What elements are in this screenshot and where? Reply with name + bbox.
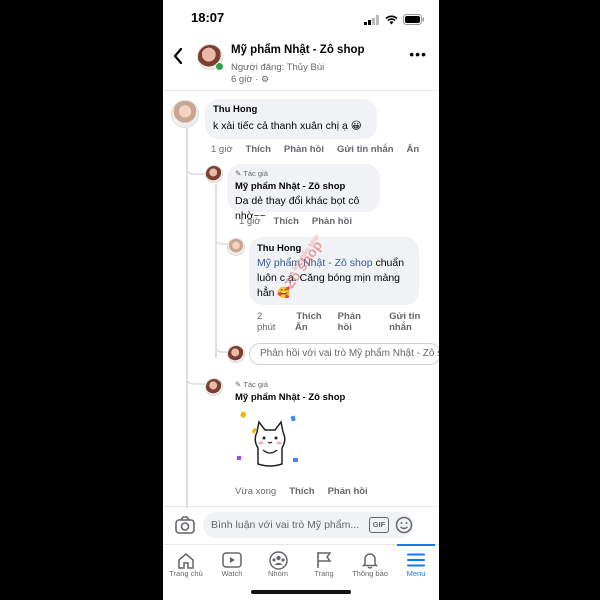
reply-button[interactable]: Phản hồi (338, 311, 373, 333)
author-badge-label: Tác giả (243, 380, 268, 389)
camera-icon[interactable] (175, 516, 195, 539)
phone-screen: 18:07 Mỹ phẩm Nhật - Zô shop Người đăng:… (163, 0, 439, 600)
reply-input[interactable]: Phản hồi với vai trò Mỹ phẩm Nhật - Zô s… (249, 343, 439, 365)
comment-actions-extra: Ẩn (295, 322, 308, 333)
comment-author[interactable]: Mỹ phẩm Nhật - Zô shop (235, 392, 345, 403)
pencil-icon: ✎ (235, 380, 242, 389)
battery-icon (403, 12, 425, 30)
comment-actions: 1 giờ Thích Phản hồi (239, 216, 352, 227)
comment-time: 1 giờ (239, 216, 261, 227)
nav-label: Nhóm (267, 569, 288, 578)
comment-bubble: Thu Hong k xài tiếc cả thanh xuân chị ạ … (205, 99, 377, 139)
status-time: 18:07 (191, 10, 225, 25)
reply-button[interactable]: Phản hồi (312, 216, 352, 227)
signal-icon (364, 12, 380, 30)
comment-actions: Vừa xong Thích Phản hồi (235, 486, 368, 497)
thread-line-nested (215, 184, 217, 358)
nav-label: Watch (221, 569, 243, 578)
comment-author[interactable]: Thu Hong (213, 104, 257, 115)
bell-icon (362, 551, 378, 569)
comment-actions: 2 phút Thích Phản hồi Gửi tin nhắn (257, 311, 439, 333)
send-message-button[interactable]: Gửi tin nhắn (389, 311, 439, 333)
home-icon (177, 551, 195, 569)
status-icons (364, 12, 425, 30)
author-badge: ✎ Tác giả (235, 169, 268, 178)
menu-icon (407, 551, 425, 569)
post-header: Mỹ phẩm Nhật - Zô shop Người đăng: Thủy … (163, 34, 439, 91)
nav-watch[interactable]: Watch (209, 545, 255, 587)
nav-label: Trang (314, 569, 334, 578)
comment-time: 1 giờ (211, 144, 233, 155)
page-name[interactable]: Mỹ phẩm Nhật - Zô shop (231, 44, 365, 56)
more-options-icon[interactable]: ••• (409, 46, 427, 62)
comment-actions: 1 giờ Thích Phản hồi Gửi tin nhắn Ẩn (211, 144, 419, 155)
emoji-icon[interactable] (395, 516, 413, 537)
watch-icon (222, 551, 242, 569)
comment-time: 2 phút (257, 311, 276, 333)
page-avatar-small (227, 345, 245, 363)
author-badge-label: Tác giả (243, 169, 268, 178)
send-message-button[interactable]: Gửi tin nhắn (337, 144, 394, 155)
like-button[interactable]: Thích (289, 486, 314, 497)
back-icon[interactable] (173, 47, 183, 69)
comment-author[interactable]: Mỹ phẩm Nhật - Zô shop (235, 181, 345, 192)
reply-input-placeholder: Phản hồi với vai trò Mỹ phẩm Nhật - Zô s… (260, 348, 439, 359)
comment-text: Mỹ phẩm Nhật - Zô shop chuẩn luôn c ạ. C… (257, 256, 415, 301)
nav-label: Thông báo (352, 569, 388, 578)
reply-button[interactable]: Phản hồi (284, 144, 324, 155)
like-button[interactable]: Thích (274, 216, 299, 227)
groups-icon (268, 550, 288, 570)
nav-notifications[interactable]: Thông báo (347, 545, 393, 587)
comment-text: k xài tiếc cả thanh xuân chị ạ 😀 (213, 120, 362, 132)
comment-author[interactable]: Thu Hong (257, 243, 301, 254)
poster-label: Người đăng: Thủy Bùi (231, 62, 325, 73)
cat-sticker (235, 410, 305, 477)
nav-home[interactable]: Trang chủ (163, 545, 209, 587)
home-indicator (251, 590, 351, 594)
wifi-icon (385, 12, 398, 30)
like-button[interactable]: Thích (246, 144, 271, 155)
comment-bubble: ✎ Tác giả Mỹ phẩm Nhật - Zô shop Da dẻ t… (227, 164, 380, 222)
page-avatar-small[interactable] (205, 165, 223, 183)
flag-icon (316, 551, 332, 569)
nav-label: Trang chủ (169, 569, 203, 578)
pencil-icon: ✎ (235, 169, 242, 178)
commenter-avatar[interactable] (227, 238, 245, 256)
gif-icon[interactable]: GIF (369, 517, 389, 533)
author-badge: ✎ Tác giả (235, 380, 268, 389)
hide-button[interactable]: Ẩn (295, 322, 308, 333)
hide-button[interactable]: Ẩn (407, 144, 420, 155)
gear-icon: ⚙ (261, 74, 270, 84)
post-time: 6 giờ · ⚙ (231, 74, 269, 85)
commenter-avatar[interactable] (171, 100, 199, 128)
online-indicator (215, 62, 224, 71)
reply-button[interactable]: Phản hồi (328, 486, 368, 497)
bottom-nav: Trang chủ Watch Nhóm Trang Thông báo Men… (163, 544, 439, 587)
nav-label: Menu (406, 569, 426, 578)
nav-menu[interactable]: Menu (393, 544, 439, 587)
comment-time: Vừa xong (235, 486, 277, 497)
nav-groups[interactable]: Nhóm (255, 545, 301, 587)
thread-connector (215, 340, 227, 353)
thread-line (186, 128, 188, 508)
comment-input[interactable]: Bình luận với vai trò Mỹ phẩm... GIF (203, 512, 413, 538)
comment-input-placeholder: Bình luận với vai trò Mỹ phẩm... (211, 519, 360, 531)
comment-bubble: Thu Hong Mỹ phẩm Nhật - Zô shop chuẩn lu… (249, 237, 419, 305)
page-avatar-small[interactable] (205, 378, 223, 396)
nav-pages[interactable]: Trang (301, 545, 347, 587)
post-time-text: 6 giờ · (231, 74, 259, 85)
